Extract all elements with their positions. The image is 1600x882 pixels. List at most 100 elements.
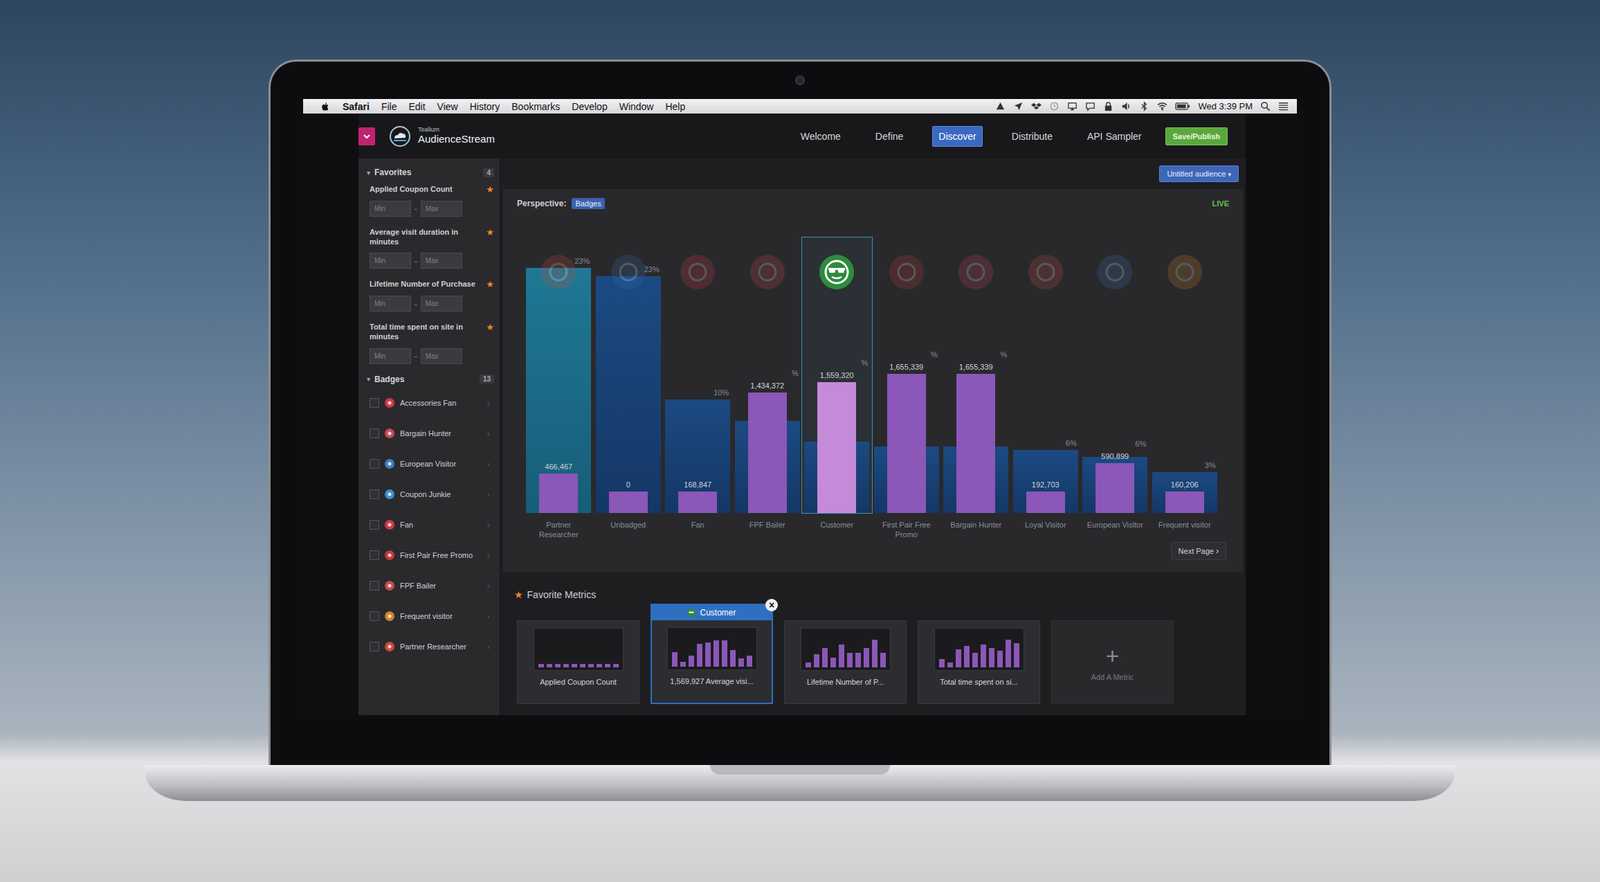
clock[interactable]: Wed 3:39 PM — [1197, 101, 1253, 112]
menu-item[interactable]: View — [437, 101, 459, 113]
segment-bar[interactable] — [539, 473, 578, 513]
badge-item[interactable]: Coupon Junkie› — [366, 478, 495, 510]
total-bar[interactable]: 1,655,339% — [943, 446, 1009, 513]
min-input[interactable] — [369, 348, 412, 365]
metric-card[interactable]: Lifetime Number of P... — [784, 620, 907, 704]
dropbox-icon[interactable] — [1031, 101, 1042, 112]
badge-item[interactable]: Frequent visitor› — [366, 600, 495, 632]
audience-dropdown[interactable]: Untitled audience ▾ — [1159, 165, 1239, 183]
segment-bar[interactable] — [608, 491, 648, 513]
wifi-icon[interactable] — [1157, 101, 1168, 112]
toggle[interactable]: ▾ — [366, 375, 371, 383]
brand[interactable]: TealiumAudienceStream — [388, 125, 495, 148]
segment-bar[interactable] — [956, 373, 996, 513]
min-input[interactable] — [369, 252, 412, 269]
total-bar[interactable]: 192,7036% — [1013, 449, 1079, 513]
segment-bar[interactable] — [817, 382, 857, 513]
volume-icon[interactable] — [1121, 101, 1132, 112]
max-input[interactable] — [420, 200, 463, 217]
max-input[interactable] — [420, 252, 463, 269]
section-header[interactable]: ▾Badges13 — [366, 372, 495, 387]
toggle[interactable]: ▾ — [366, 168, 371, 177]
location-icon[interactable] — [1013, 101, 1024, 112]
badge-icon[interactable] — [818, 253, 855, 290]
segment-bar[interactable] — [1165, 491, 1205, 513]
delta-icon[interactable] — [995, 101, 1006, 112]
star-icon[interactable]: ★ — [485, 322, 495, 332]
badge-item[interactable]: First Pair Free Promo› — [366, 539, 495, 571]
segment-bar[interactable] — [1026, 491, 1066, 513]
nav-item[interactable]: Welcome — [795, 126, 847, 147]
section-header[interactable]: ▾Favorites4 — [366, 165, 495, 180]
search-icon[interactable] — [1260, 101, 1271, 112]
chart-column[interactable]: 160,2063%Frequent visitor — [1150, 237, 1221, 541]
nav-item[interactable]: Discover — [932, 125, 983, 147]
nav-item[interactable]: API Sampler — [1081, 126, 1148, 147]
total-bar[interactable]: 466,46723% — [525, 267, 592, 513]
checkbox[interactable] — [369, 519, 380, 530]
total-bar[interactable]: 1,559,320% — [804, 441, 870, 513]
total-bar[interactable]: 1,655,339% — [874, 446, 940, 513]
badge-icon[interactable] — [540, 253, 577, 290]
star-icon[interactable]: ★ — [485, 227, 495, 237]
total-bar[interactable]: 160,2063% — [1152, 471, 1218, 513]
menu-item[interactable]: History — [469, 101, 501, 113]
metric-card[interactable]: Customer×1,569,927 Average visi... — [650, 603, 774, 704]
metric-card[interactable]: Applied Coupon Count — [516, 620, 640, 704]
bluetooth-icon[interactable] — [1139, 101, 1150, 112]
checkbox[interactable] — [369, 458, 380, 469]
chart-column[interactable]: 1,434,372%FPF Bailer — [732, 237, 803, 541]
checkbox[interactable] — [369, 428, 380, 439]
nav-item[interactable]: Define — [869, 126, 909, 147]
metric-card[interactable]: Total time spent on si... — [917, 620, 1041, 704]
publish-button[interactable]: Save/Publish — [1165, 127, 1228, 146]
badge-icon[interactable] — [1096, 253, 1133, 290]
checkbox[interactable] — [369, 611, 380, 621]
badge-icon[interactable] — [1166, 253, 1203, 290]
next-page-button[interactable]: Next Page › — [1170, 541, 1227, 560]
apple-icon[interactable] — [319, 101, 331, 113]
badge-icon[interactable] — [888, 253, 925, 290]
total-bar[interactable]: 168,84710% — [665, 399, 731, 513]
chart-column[interactable]: 023%Unbadged — [593, 237, 664, 541]
menu-item[interactable]: Edit — [408, 101, 425, 113]
badge-item[interactable]: FPF Bailer› — [366, 570, 495, 601]
min-input[interactable] — [369, 295, 412, 312]
badge-item[interactable]: Bargain Hunter› — [366, 417, 495, 449]
nav-item[interactable]: Distribute — [1006, 126, 1059, 147]
badge-icon[interactable] — [1027, 253, 1064, 290]
menu-app[interactable]: Safari — [342, 101, 370, 113]
badge-icon[interactable] — [957, 253, 994, 290]
menu-item[interactable]: Window — [619, 101, 654, 113]
badge-icon[interactable] — [610, 253, 647, 290]
checkbox[interactable] — [369, 489, 380, 499]
menu-toggle-icon[interactable] — [358, 127, 376, 146]
time-machine-icon[interactable] — [1049, 101, 1060, 112]
checkbox[interactable] — [369, 641, 380, 652]
segment-bar[interactable] — [678, 491, 717, 513]
menu-item[interactable]: Bookmarks — [511, 101, 560, 113]
total-bar[interactable]: 1,434,372% — [734, 420, 800, 513]
lock-icon[interactable] — [1103, 101, 1114, 112]
chart-column[interactable]: 466,46723%Partner Researcher — [523, 237, 594, 541]
segment-bar[interactable] — [1095, 462, 1135, 513]
chat-icon[interactable] — [1085, 101, 1096, 112]
segment-bar[interactable] — [748, 392, 787, 513]
badge-item[interactable]: Accessories Fan› — [366, 387, 495, 418]
segment-bar[interactable] — [887, 373, 926, 513]
menu-item[interactable]: File — [381, 101, 398, 113]
max-input[interactable] — [420, 348, 463, 365]
chart-column[interactable]: 1,655,339%First Pair Free Promo — [871, 237, 942, 541]
menu-item[interactable]: Help — [665, 101, 686, 113]
list-icon[interactable] — [1278, 101, 1289, 112]
star-icon[interactable]: ★ — [485, 279, 495, 289]
badge-icon[interactable] — [749, 253, 786, 290]
badge-item[interactable]: European Visitor› — [366, 448, 495, 479]
total-bar[interactable]: 590,8996% — [1082, 456, 1148, 513]
chart-column[interactable]: 168,84710%Fan — [662, 237, 733, 541]
chart-column[interactable]: 1,559,320%Customer — [802, 237, 872, 541]
badge-item[interactable]: Fan› — [366, 509, 495, 540]
menu-item[interactable]: Develop — [571, 101, 607, 113]
display-icon[interactable] — [1067, 101, 1078, 112]
total-bar[interactable]: 023% — [595, 276, 661, 513]
